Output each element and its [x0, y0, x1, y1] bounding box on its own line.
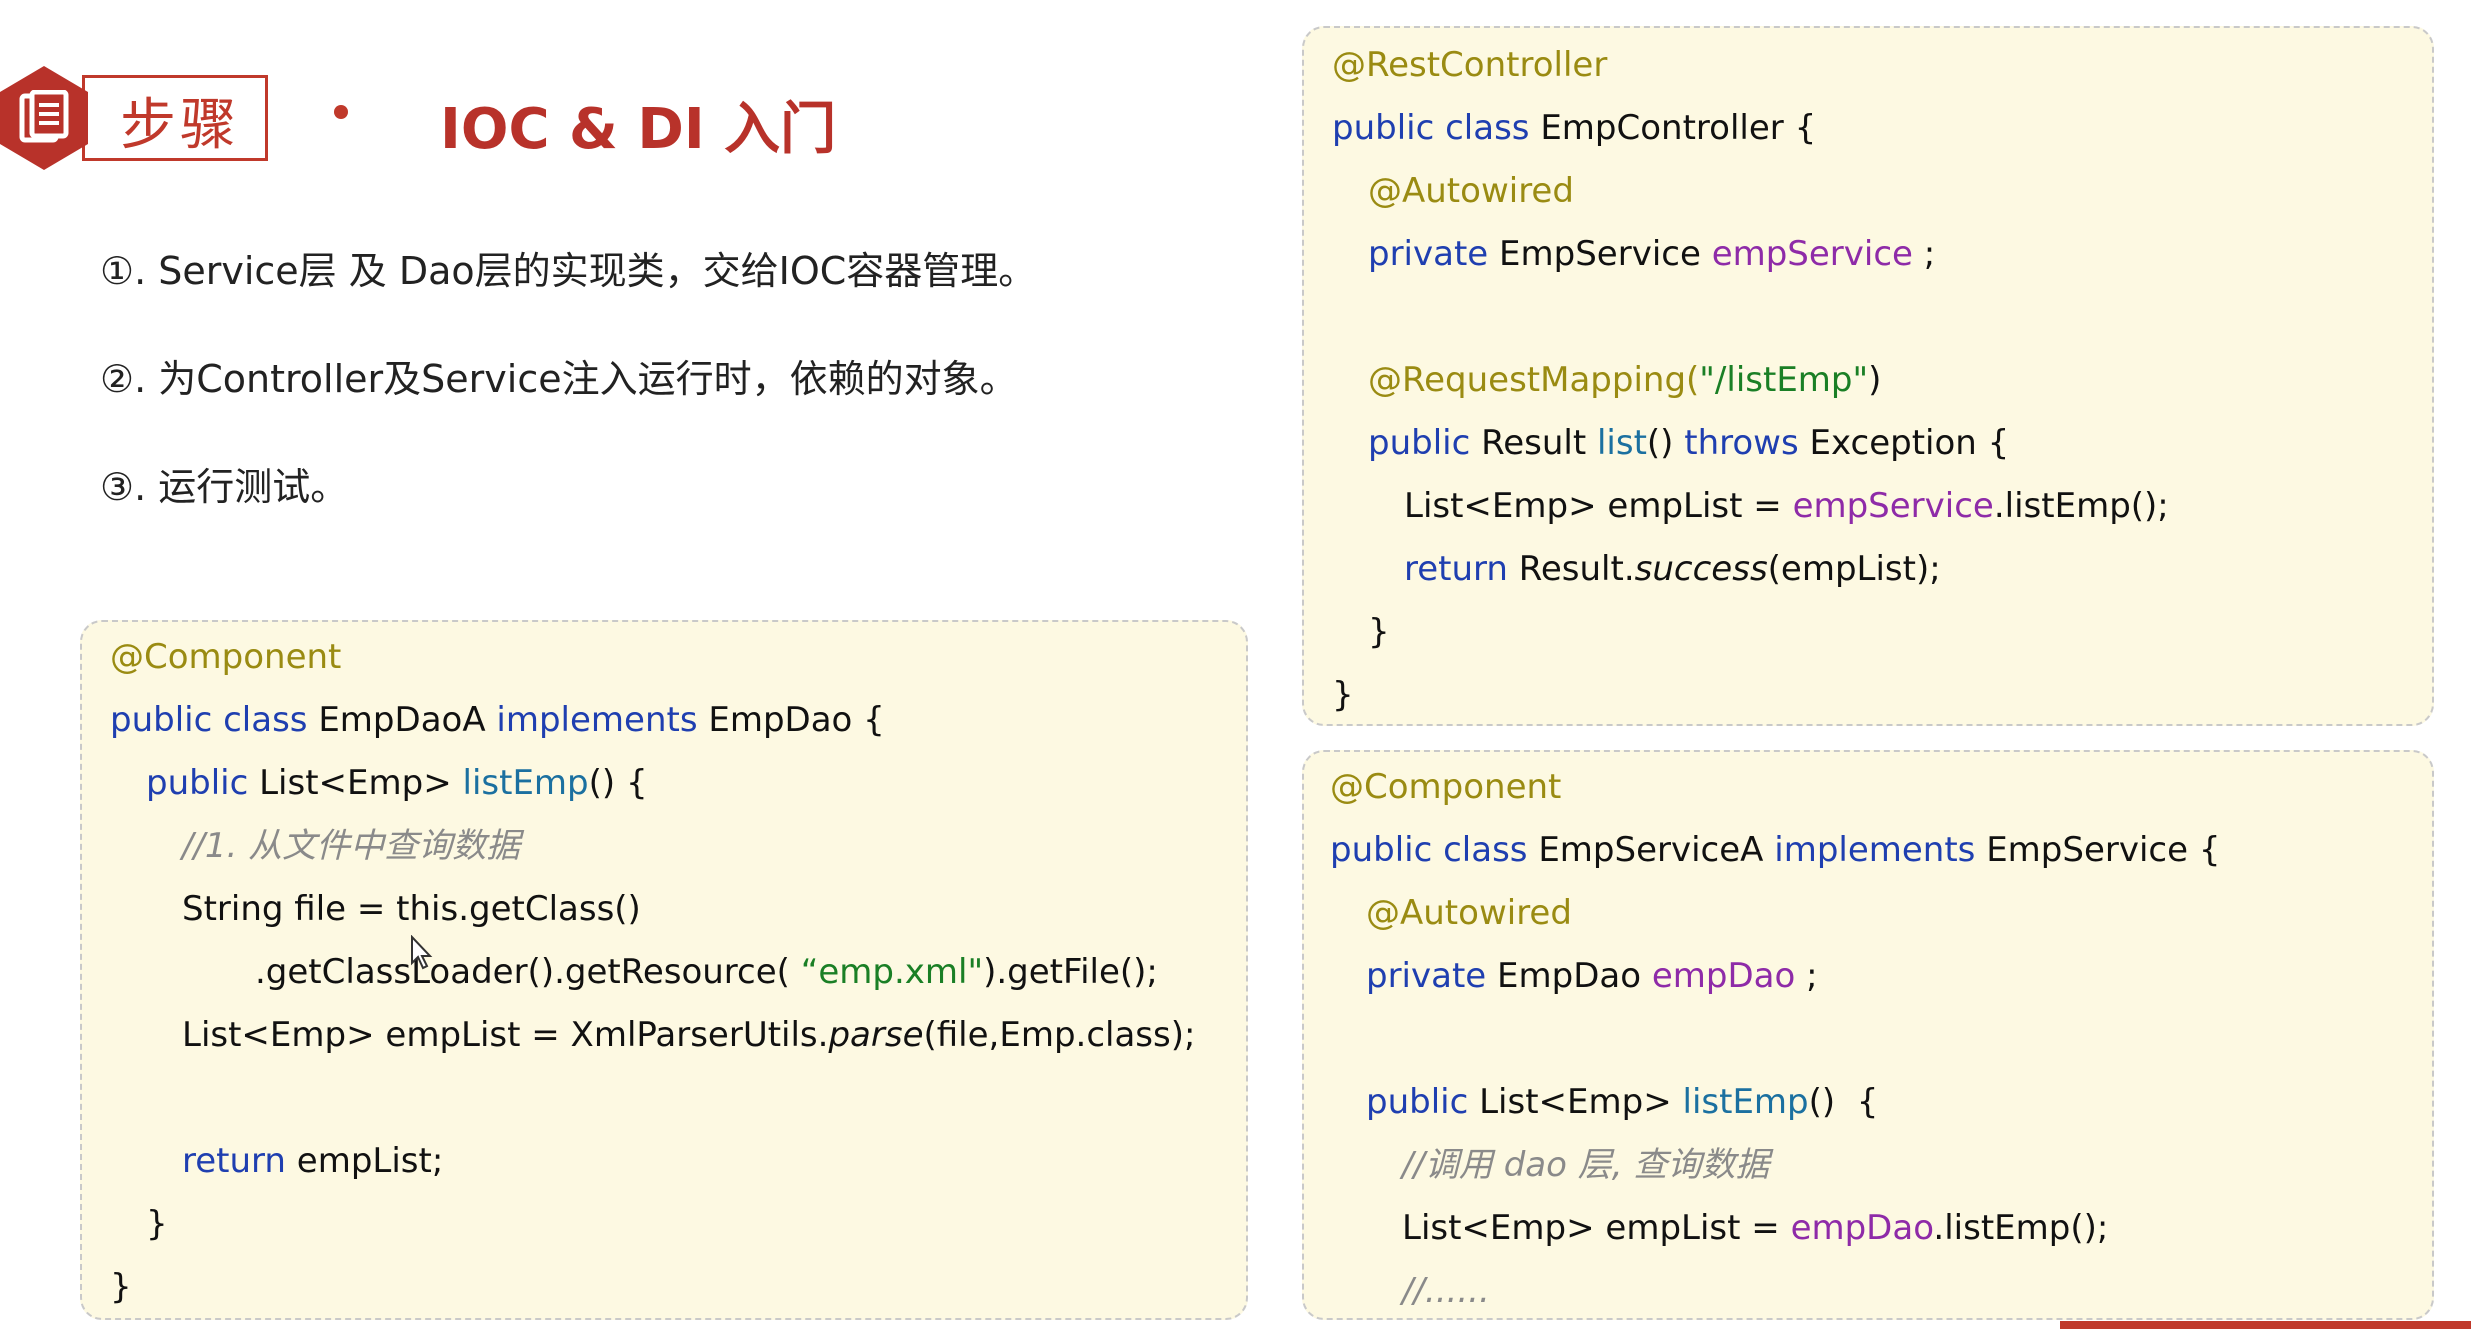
code-text: List<Emp> empList = XmlParserUtils. [182, 1015, 829, 1055]
code-method: list [1596, 423, 1647, 463]
code-text: parse [828, 1015, 924, 1055]
code-line: List<Emp> empList = empService.listEmp()… [1404, 489, 2169, 523]
code-line: .getClassLoader().getResource( “emp.xml"… [255, 955, 1158, 989]
code-line: } [1368, 612, 1390, 652]
code-text: Exception { [1809, 423, 2010, 463]
code-keyword: public [146, 763, 260, 803]
step-2: ②. 为Controller及Service注入运行时，依赖的对象。 [100, 357, 1018, 401]
step-3: ③. 运行测试。 [100, 465, 349, 509]
code-line: String file = this.getClass() [182, 889, 641, 929]
code-keyword: implements [496, 700, 709, 740]
code-text: (file,Emp.class); [923, 1015, 1196, 1055]
code-text: ; [1795, 956, 1818, 996]
code-keyword: return [1404, 549, 1519, 589]
code-field: empDao [1651, 956, 1796, 996]
code-line: @Component [1330, 767, 1562, 807]
document-icon [0, 66, 88, 170]
code-line: @Autowired [1366, 893, 1572, 933]
mouse-cursor-icon [410, 934, 434, 976]
controller-code-panel: @RestController public class EmpControll… [1302, 26, 2434, 726]
code-line: private EmpService empService ; [1368, 237, 1935, 271]
code-text: .getClassLoader().getResource( [255, 952, 801, 992]
code-text: Result [1481, 423, 1597, 463]
code-text: List<Emp> [259, 763, 463, 803]
code-field: empDao [1790, 1208, 1934, 1248]
code-method: listEmp [462, 763, 589, 803]
code-text: Result. [1518, 549, 1635, 589]
code-keyword: public class [1332, 108, 1541, 148]
code-line: @Component [110, 637, 342, 677]
step-1: ①. Service层 及 Dao层的实现类，交给IOC容器管理。 [100, 249, 1037, 293]
accent-bar [2060, 1321, 2471, 1329]
code-line: public List<Emp> listEmp() { [1366, 1085, 1878, 1119]
code-line: @RequestMapping("/listEmp") [1368, 363, 1881, 397]
code-text: empList; [296, 1141, 444, 1181]
code-comment: //...... [1402, 1271, 1490, 1311]
code-line: public List<Emp> listEmp() { [146, 766, 648, 800]
code-text: .listEmp(); [1933, 1208, 2109, 1248]
dao-code-panel: @Component public class EmpDaoA implemen… [80, 620, 1248, 1320]
code-text: EmpService { [1986, 830, 2221, 870]
code-text: (empList); [1767, 549, 1941, 589]
code-comment: //调用 dao 层, 查询数据 [1402, 1145, 1770, 1185]
code-text: EmpDao [1497, 956, 1652, 996]
code-keyword: return [182, 1141, 297, 1181]
code-text: List<Emp> empList = [1402, 1208, 1791, 1248]
code-text: () { [1808, 1082, 1879, 1122]
code-text: EmpDaoA [318, 700, 497, 740]
code-keyword: public class [110, 700, 319, 740]
code-line: List<Emp> empList = XmlParserUtils.parse… [182, 1018, 1195, 1052]
code-string: "/listEmp" [1699, 360, 1869, 400]
code-text: () { [588, 763, 648, 803]
code-text: .listEmp(); [1993, 486, 2169, 526]
step-badge-label: 步骤 [120, 93, 240, 158]
code-comment: //1. 从文件中查询数据 [182, 826, 521, 866]
code-text: List<Emp> [1479, 1082, 1683, 1122]
code-line: private EmpDao empDao ; [1366, 959, 1818, 993]
code-line: List<Emp> empList = empDao.listEmp(); [1402, 1211, 2108, 1245]
code-method: listEmp [1682, 1082, 1809, 1122]
code-keyword: private [1366, 956, 1498, 996]
code-text: EmpService [1499, 234, 1712, 274]
code-line: } [146, 1204, 168, 1244]
code-line: @Autowired [1368, 171, 1574, 211]
code-line: public class EmpServiceA implements EmpS… [1330, 833, 2220, 867]
code-line: public Result list() throws Exception { [1368, 426, 2009, 460]
service-code-panel: @Component public class EmpServiceA impl… [1302, 750, 2434, 1320]
page-title: IOC & DI 入门 [440, 97, 837, 162]
code-text: List<Emp> empList = [1404, 486, 1793, 526]
code-line: } [110, 1267, 132, 1307]
code-text: success [1634, 549, 1768, 589]
code-text: () [1646, 423, 1685, 463]
code-keyword: implements [1774, 830, 1987, 870]
code-text: EmpDao { [708, 700, 885, 740]
code-keyword: public class [1330, 830, 1539, 870]
code-line: public class EmpController { [1332, 111, 1816, 145]
code-line: } [1332, 675, 1354, 715]
code-line: public class EmpDaoA implements EmpDao { [110, 703, 885, 737]
code-string: “emp.xml" [800, 952, 984, 992]
code-keyword: public [1366, 1082, 1480, 1122]
code-annotation: @RequestMapping( [1368, 360, 1700, 400]
code-text: EmpServiceA [1538, 830, 1775, 870]
code-text: ).getFile(); [983, 952, 1158, 992]
code-text: ; [1912, 234, 1936, 274]
code-keyword: throws [1684, 423, 1810, 463]
bullet-dot [334, 105, 348, 119]
code-line: @RestController [1332, 45, 1608, 85]
code-keyword: private [1368, 234, 1500, 274]
code-text: ) [1868, 360, 1882, 400]
code-keyword: public [1368, 423, 1482, 463]
code-field: empService [1711, 234, 1913, 274]
code-text: EmpController { [1540, 108, 1817, 148]
code-field: empService [1792, 486, 1994, 526]
code-line: return empList; [182, 1144, 443, 1178]
code-line: return Result.success(empList); [1404, 552, 1941, 586]
